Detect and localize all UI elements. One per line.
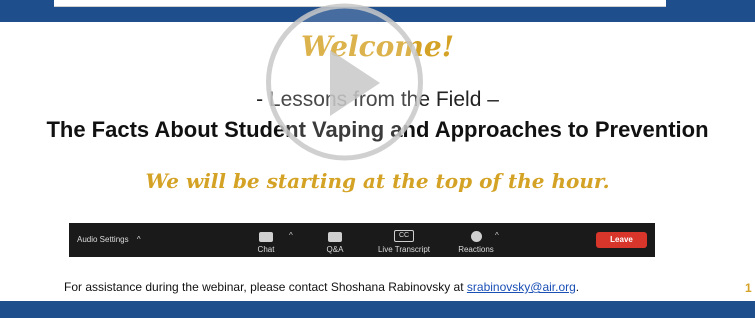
chat-icon — [259, 232, 273, 242]
chat-button[interactable]: Chat — [254, 223, 278, 257]
qa-button[interactable]: Q&A — [323, 223, 347, 257]
cc-icon: CC — [394, 230, 414, 242]
chat-label: Chat — [257, 245, 275, 254]
contact-email-link[interactable]: srabinovsky@air.org — [467, 280, 576, 294]
live-transcript-label: Live Transcript — [377, 245, 431, 254]
reactions-label: Reactions — [458, 245, 494, 254]
qa-label: Q&A — [326, 245, 344, 254]
assistance-text: For assistance during the webinar, pleas… — [64, 280, 579, 294]
starting-notice: We will be starting at the top of the ho… — [145, 169, 610, 193]
meeting-toolbar: Audio Settings ^ Chat ^ Q&A CC Live Tran… — [69, 223, 655, 257]
chevron-up-icon: ^ — [136, 235, 141, 244]
audio-settings-label: Audio Settings — [77, 235, 129, 244]
chevron-up-icon[interactable]: ^ — [495, 231, 499, 240]
live-transcript-button[interactable]: CC Live Transcript — [372, 223, 436, 257]
assistance-prefix: For assistance during the webinar, pleas… — [64, 280, 467, 294]
reactions-icon — [470, 231, 482, 242]
reactions-button[interactable]: Reactions — [454, 223, 498, 257]
play-icon[interactable] — [262, 0, 427, 165]
leave-button[interactable]: Leave — [596, 232, 647, 248]
qa-icon — [328, 232, 342, 242]
audio-settings-button[interactable]: Audio Settings ^ — [77, 235, 141, 244]
chevron-up-icon[interactable]: ^ — [289, 231, 293, 240]
bottom-banner — [0, 301, 755, 318]
assistance-suffix: . — [575, 280, 580, 294]
page-number: 1 — [745, 281, 752, 295]
